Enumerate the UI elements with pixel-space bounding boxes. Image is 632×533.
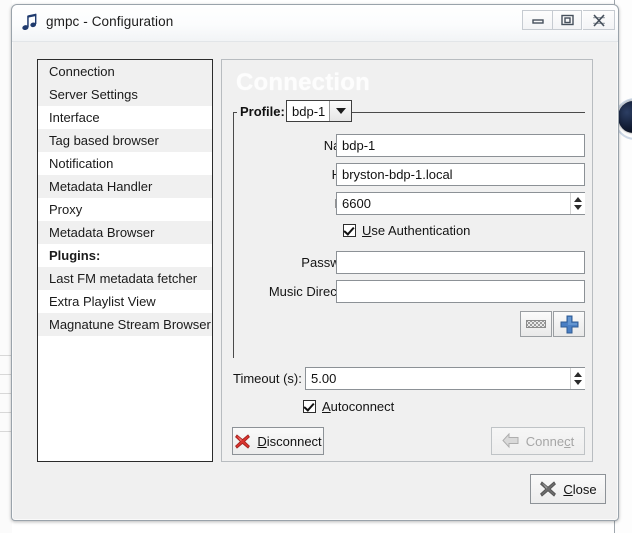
sidebar-item-metadata-browser[interactable]: Metadata Browser [38, 221, 212, 244]
add-profile-button[interactable] [553, 311, 585, 337]
sidebar-item-magnatune-stream-browser[interactable]: Magnatune Stream Browser [38, 313, 212, 336]
background-window-divider [0, 431, 11, 432]
restore-icon [561, 14, 574, 26]
sidebar-item-metadata-handler[interactable]: Metadata Handler [38, 175, 212, 198]
connect-button[interactable]: Connect [491, 427, 585, 455]
music-directory-input[interactable] [336, 280, 585, 303]
minimize-button[interactable] [522, 10, 552, 30]
sidebar-item-lastfm-metadata-fetcher[interactable]: Last FM metadata fetcher [38, 267, 212, 290]
disconnect-label: Disconnect [257, 434, 321, 449]
remove-profile-icon [526, 320, 546, 328]
sidebar-item-extra-playlist-view[interactable]: Extra Playlist View [38, 290, 212, 313]
disconnect-button[interactable]: Disconnect [232, 427, 324, 455]
profile-label: Profile: [237, 104, 289, 119]
profile-select[interactable]: bdp-1 [286, 100, 352, 122]
stepper-down-icon[interactable] [574, 380, 582, 385]
sidebar-item-tag-based-browser[interactable]: Tag based browser [38, 129, 212, 152]
use-authentication-checkbox[interactable] [343, 224, 356, 237]
timeout-input[interactable]: 5.00 [305, 367, 585, 390]
page-title: Connection [236, 69, 370, 97]
maximize-button[interactable] [552, 10, 582, 30]
close-x-icon [539, 480, 557, 498]
music-note-icon [22, 13, 40, 33]
use-authentication-label: Use Authentication [362, 223, 470, 238]
sidebar-item-interface[interactable]: Interface [38, 106, 212, 129]
minimize-icon [532, 15, 544, 25]
port-input[interactable]: 6600 [336, 192, 585, 215]
host-input[interactable]: bryston-bdp-1.local [336, 163, 585, 186]
background-window-divider [0, 355, 11, 356]
chevron-down-icon[interactable] [329, 101, 351, 121]
autoconnect-checkbox[interactable] [303, 400, 316, 413]
background-window-divider [0, 374, 11, 375]
connect-icon [502, 433, 520, 449]
stepper-down-icon[interactable] [574, 205, 582, 210]
remove-profile-button[interactable] [520, 311, 552, 337]
use-authentication-row[interactable]: Use Authentication [343, 223, 470, 238]
add-profile-icon [560, 315, 579, 334]
autoconnect-label: Autoconnect [322, 399, 394, 414]
title-bar: gmpc - Configuration [12, 5, 618, 42]
sidebar-item-server-settings[interactable]: Server Settings [38, 83, 212, 106]
background-window-divider [0, 393, 11, 394]
close-dialog-label: Close [563, 482, 596, 497]
window-title: gmpc - Configuration [46, 14, 173, 29]
stepper-up-icon[interactable] [574, 197, 582, 202]
disconnect-icon [234, 433, 251, 450]
timeout-label: Timeout (s): [233, 371, 302, 386]
close-window-button[interactable] [583, 10, 615, 30]
settings-category-list[interactable]: Connection Server Settings Interface Tag… [37, 59, 213, 462]
stepper-up-icon[interactable] [574, 372, 582, 377]
connect-label: Connect [526, 434, 574, 449]
sidebar-item-proxy[interactable]: Proxy [38, 198, 212, 221]
configuration-window: gmpc - Configuration [11, 4, 619, 521]
sidebar-section-plugins: Plugins: [38, 244, 212, 267]
sidebar-item-connection[interactable]: Connection [38, 60, 212, 83]
autoconnect-row[interactable]: Autoconnect [303, 399, 394, 414]
profile-selected-value: bdp-1 [287, 104, 329, 119]
close-icon [592, 14, 606, 27]
close-dialog-button[interactable]: Close [530, 474, 606, 504]
sidebar-item-notification[interactable]: Notification [38, 152, 212, 175]
timeout-stepper[interactable] [570, 368, 585, 389]
port-stepper[interactable] [570, 193, 585, 214]
background-window-divider [0, 412, 11, 413]
dialog-client-area: Connection Server Settings Interface Tag… [12, 41, 618, 520]
name-input[interactable]: bdp-1 [336, 134, 585, 157]
password-input[interactable] [336, 251, 585, 274]
connection-settings-panel: Connection Profile: bdp-1 Name: bdp-1 Ho… [221, 59, 593, 462]
